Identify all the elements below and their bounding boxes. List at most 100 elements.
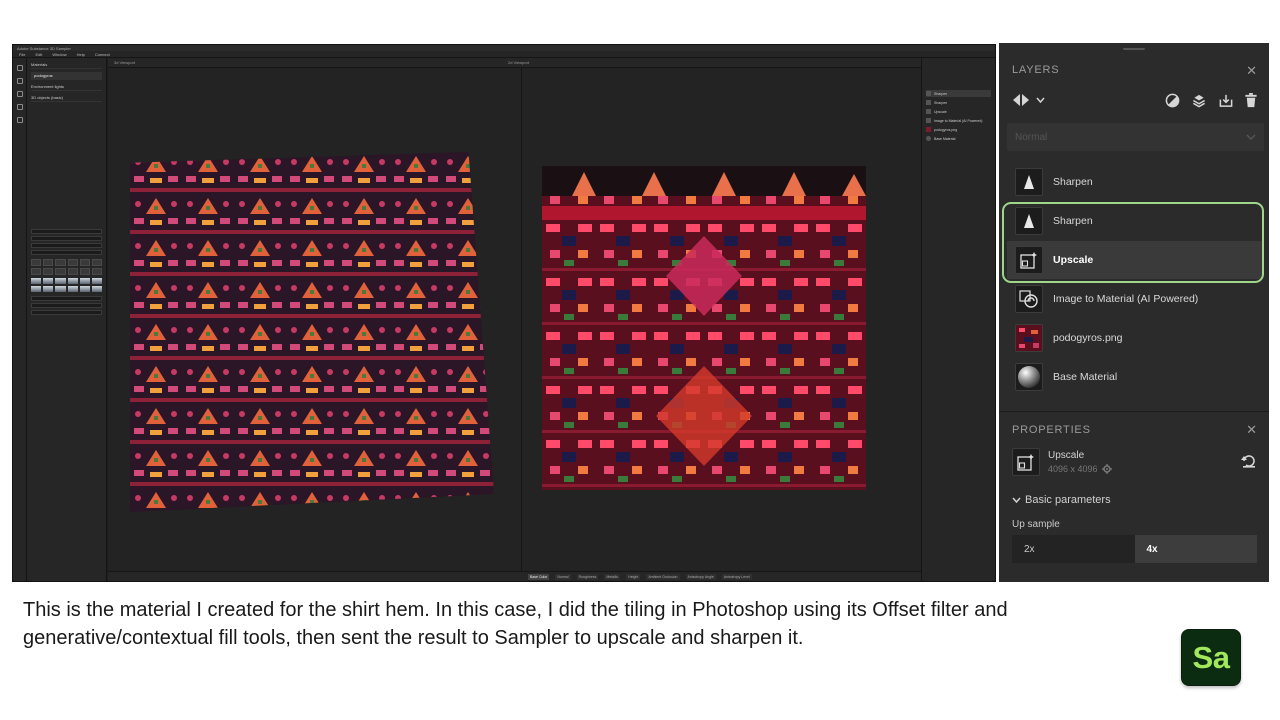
env-thumb[interactable] <box>67 286 78 292</box>
adjustment-icon[interactable] <box>1165 93 1180 108</box>
mesh-thumb[interactable] <box>91 268 102 275</box>
sharpen-icon <box>926 100 931 105</box>
mesh-thumb[interactable] <box>91 259 102 266</box>
tool-icon[interactable] <box>16 65 23 71</box>
mini-layer[interactable]: Upscale <box>926 108 991 115</box>
blend-mode-dropdown[interactable]: Normal <box>1007 123 1264 151</box>
tool-icon[interactable] <box>16 78 23 84</box>
mesh-thumb[interactable] <box>55 259 66 266</box>
layers-header: LAYERS ✕ <box>1012 63 1257 77</box>
properties-item: Upscale 4096 x 4096 <box>1012 447 1257 477</box>
chevron-down-icon[interactable] <box>1036 97 1045 103</box>
menu-file[interactable]: File <box>19 52 25 57</box>
settings-field[interactable] <box>31 243 102 248</box>
settings-field[interactable] <box>31 296 102 301</box>
close-icon[interactable]: ✕ <box>1246 64 1257 77</box>
env-thumb[interactable] <box>79 286 90 292</box>
env-thumb[interactable] <box>43 286 54 292</box>
settings-field[interactable] <box>31 236 102 241</box>
gear-icon[interactable] <box>1101 464 1112 474</box>
layer-name: Image to Material (AI Powered) <box>1053 293 1199 305</box>
channel-tab[interactable]: Anisotropy Angle <box>685 573 716 580</box>
mini-layer[interactable]: Sharpen <box>926 90 991 97</box>
upsample-option-2x[interactable]: 2x <box>1012 535 1135 563</box>
mesh-thumb[interactable] <box>43 268 54 275</box>
section-environment-lights[interactable]: Environment lights <box>31 83 102 91</box>
layer-item[interactable]: Sharpen <box>1007 163 1263 201</box>
upscale-icon <box>926 109 931 114</box>
mesh-thumb[interactable] <box>79 268 90 275</box>
export-icon[interactable] <box>1218 93 1234 108</box>
menu-edit[interactable]: Edit <box>35 52 42 57</box>
settings-field[interactable] <box>31 229 102 234</box>
env-thumb[interactable] <box>67 278 78 284</box>
material-item[interactable]: podogyros <box>31 72 102 80</box>
basic-parameters-header[interactable]: Basic parameters <box>1012 494 1111 506</box>
tool-icon[interactable] <box>16 104 23 110</box>
tool-rail <box>13 58 27 581</box>
channel-tab[interactable]: Roughness <box>576 573 599 580</box>
stamp-icon[interactable] <box>1190 93 1208 108</box>
tool-icon[interactable] <box>16 91 23 97</box>
mini-layer[interactable]: Base Material <box>926 135 991 142</box>
settings-field[interactable] <box>31 250 102 255</box>
env-thumb[interactable] <box>55 278 66 284</box>
env-thumb[interactable] <box>43 278 54 284</box>
image-thumbnail <box>1015 324 1043 352</box>
mesh-thumbnails <box>31 259 102 275</box>
mesh-thumb[interactable] <box>79 259 90 266</box>
menu-window[interactable]: Window <box>52 52 66 57</box>
section-materials[interactable]: Materials <box>31 61 102 69</box>
image-thumbnail <box>926 127 931 132</box>
layer-item[interactable]: Base Material <box>1007 358 1263 396</box>
menu-help[interactable]: Help <box>77 52 85 57</box>
channel-tab[interactable]: Ambient Occlusion <box>646 573 680 580</box>
layer-name: Sharpen <box>1053 176 1093 188</box>
mini-layer[interactable]: Sharpen <box>926 99 991 106</box>
env-thumb[interactable] <box>31 286 42 292</box>
mesh-thumb[interactable] <box>67 268 78 275</box>
reset-icon[interactable] <box>1241 455 1257 469</box>
mesh-thumb[interactable] <box>55 268 66 275</box>
window-title: Adobe Substance 3D Sampler <box>17 45 71 51</box>
channel-tab[interactable]: Height <box>626 573 641 580</box>
channel-tab[interactable]: Base Color <box>528 573 550 580</box>
upsample-option-4x[interactable]: 4x <box>1134 535 1257 563</box>
mesh-thumb[interactable] <box>67 259 78 266</box>
env-thumb[interactable] <box>31 278 42 284</box>
settings-field[interactable] <box>31 303 102 308</box>
section-3d-objects[interactable]: 3D objects (basic) <box>31 94 102 102</box>
sampler-logo: Sa <box>1181 629 1241 686</box>
channel-tab[interactable]: Metallic <box>604 573 621 580</box>
env-thumb[interactable] <box>91 278 102 284</box>
env-thumb[interactable] <box>55 286 66 292</box>
tool-icon[interactable] <box>16 117 23 123</box>
resolution-row: 4096 x 4096 <box>1048 464 1112 474</box>
settings-field[interactable] <box>31 310 102 315</box>
channel-tab[interactable]: Normal <box>555 573 571 580</box>
mesh-thumb[interactable] <box>31 259 42 266</box>
basic-parameters-label: Basic parameters <box>1025 494 1111 506</box>
image-to-material-icon <box>926 118 931 123</box>
viewport-settings <box>31 229 102 255</box>
sphere-icon <box>926 136 931 141</box>
mini-layer[interactable]: podogyros.png <box>926 126 991 133</box>
close-icon[interactable]: ✕ <box>1246 423 1257 436</box>
compare-icon[interactable] <box>1012 93 1030 107</box>
env-thumb[interactable] <box>91 286 102 292</box>
slide: Adobe Substance 3D Sampler File Edit Win… <box>0 0 1280 720</box>
viewport-divider[interactable] <box>521 68 522 571</box>
layer-item[interactable]: Image to Material (AI Powered) <box>1007 280 1263 318</box>
trash-icon[interactable] <box>1244 92 1258 108</box>
channel-tab[interactable]: Anisotropy Level <box>721 573 752 580</box>
viewport-3d-label: 3d Viewport <box>114 60 136 65</box>
menu-bar: File Edit Window Help Connect <box>13 51 995 58</box>
mini-layer[interactable]: Image to Material (AI Powered) <box>926 117 991 124</box>
mesh-thumb[interactable] <box>43 259 54 266</box>
env-thumb[interactable] <box>79 278 90 284</box>
panel-grip[interactable] <box>1123 48 1145 50</box>
environment-thumbnails <box>31 278 102 292</box>
layer-item[interactable]: podogyros.png <box>1007 319 1263 357</box>
menu-connect[interactable]: Connect <box>95 52 110 57</box>
mesh-thumb[interactable] <box>31 268 42 275</box>
